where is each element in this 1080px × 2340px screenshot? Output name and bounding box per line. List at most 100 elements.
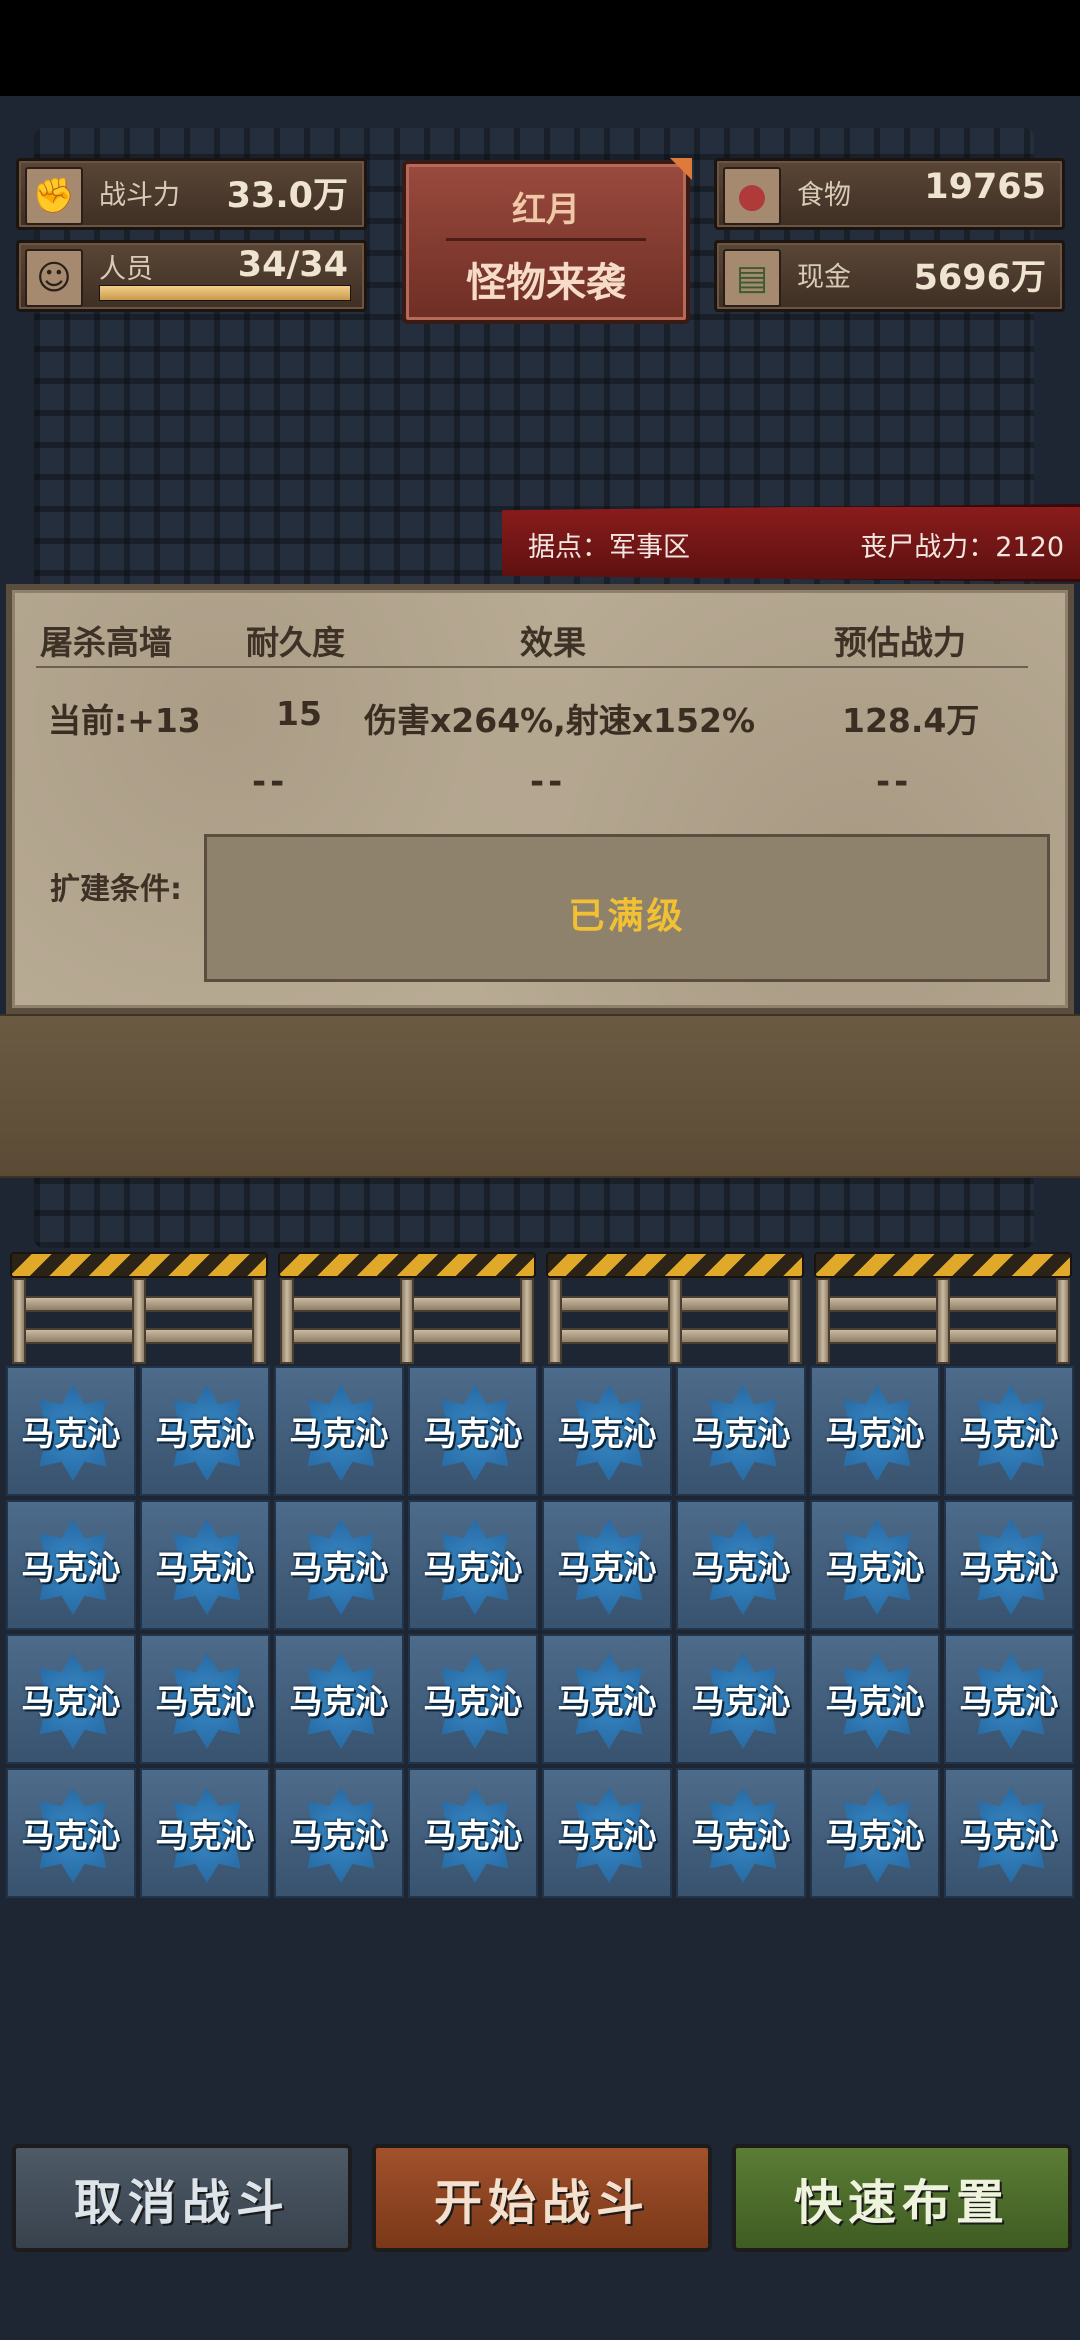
unit-slot[interactable]: 马克沁	[944, 1500, 1074, 1630]
barricade-post	[280, 1278, 294, 1364]
unit-name: 马克沁	[959, 1682, 1059, 1721]
unit-name: 马克沁	[423, 1548, 523, 1587]
unit-slot[interactable]: 马克沁	[542, 1768, 672, 1898]
header-durability: 耐久度	[246, 623, 345, 662]
unit-slot[interactable]: 马克沁	[542, 1500, 672, 1630]
unit-name: 马克沁	[289, 1682, 389, 1721]
zombie-power-label: 丧尸战力：2120	[860, 532, 1064, 563]
barricade	[10, 1252, 268, 1364]
food-value: 19765	[924, 167, 1046, 207]
barricade	[546, 1252, 804, 1364]
unit-slot[interactable]: 马克沁	[542, 1366, 672, 1496]
unit-name: 马克沁	[691, 1414, 791, 1453]
barricade-post	[12, 1278, 26, 1364]
corner-flag-icon	[670, 158, 692, 180]
event-card[interactable]: 红月 怪物来袭	[402, 158, 692, 324]
unit-slot[interactable]: 马克沁	[676, 1634, 806, 1764]
barricade-post	[252, 1278, 266, 1364]
current-durability: 15	[276, 694, 322, 733]
location-banner: 据点：军事区 丧尸战力：2120	[502, 504, 1080, 582]
barricade-post	[132, 1278, 146, 1364]
unit-slot[interactable]: 马克沁	[542, 1634, 672, 1764]
unit-slot[interactable]: 马克沁	[676, 1500, 806, 1630]
header-separator	[36, 666, 1028, 668]
unit-slot[interactable]: 马克沁	[6, 1500, 136, 1630]
unit-name: 马克沁	[155, 1682, 255, 1721]
unit-name: 马克沁	[155, 1548, 255, 1587]
unit-name: 马克沁	[825, 1682, 925, 1721]
person-icon: ☺	[25, 249, 83, 307]
unit-slot[interactable]: 马克沁	[140, 1768, 270, 1898]
unit-slot[interactable]: 马克沁	[274, 1500, 404, 1630]
unit-name: 马克沁	[691, 1548, 791, 1587]
barricade-post	[548, 1278, 562, 1364]
quick-deploy-button[interactable]: 快速布置	[732, 2144, 1072, 2252]
hazard-stripe	[10, 1252, 268, 1278]
unit-name: 马克沁	[155, 1414, 255, 1453]
personnel-bar-fill	[100, 286, 350, 300]
start-battle-button[interactable]: 开始战斗	[372, 2144, 712, 2252]
combat-power-value: 33.0万	[226, 176, 348, 216]
unit-name: 马克沁	[557, 1816, 657, 1855]
unit-slot[interactable]: 马克沁	[274, 1634, 404, 1764]
unit-name: 马克沁	[825, 1816, 925, 1855]
unit-slot[interactable]: 马克沁	[6, 1366, 136, 1496]
unit-name: 马克沁	[691, 1816, 791, 1855]
unit-name: 马克沁	[557, 1414, 657, 1453]
current-effect: 伤害x264%,射速x152%	[364, 701, 756, 740]
combat-power-label: 战斗力	[99, 180, 180, 211]
max-level-text: 已满级	[568, 896, 686, 937]
barricade	[814, 1252, 1072, 1364]
unit-slot[interactable]: 马克沁	[6, 1768, 136, 1898]
unit-slot[interactable]: 马克沁	[140, 1366, 270, 1496]
cash-stat: ▤ 现金 5696万	[714, 240, 1065, 312]
unit-slot[interactable]: 马克沁	[810, 1500, 940, 1630]
hazard-stripe	[278, 1252, 536, 1278]
unit-slot[interactable]: 马克沁	[810, 1634, 940, 1764]
current-level: 当前:+13	[48, 701, 201, 740]
unit-name: 马克沁	[825, 1414, 925, 1453]
unit-slot[interactable]: 马克沁	[6, 1634, 136, 1764]
unit-slot[interactable]: 马克沁	[140, 1634, 270, 1764]
panel-lower-area	[0, 1014, 1080, 1178]
expand-condition-box: 已满级	[204, 834, 1050, 982]
unit-name: 马克沁	[959, 1414, 1059, 1453]
unit-slot[interactable]: 马克沁	[140, 1500, 270, 1630]
unit-slot[interactable]: 马克沁	[676, 1366, 806, 1496]
combat-power-stat: ✊ 战斗力 33.0万	[16, 158, 367, 230]
unit-slot[interactable]: 马克沁	[274, 1768, 404, 1898]
wall-info-panel: 屠杀高墙 耐久度 效果 预估战力 当前:+13 15 伤害x264%,射速x15…	[6, 584, 1074, 1014]
unit-slot[interactable]: 马克沁	[408, 1634, 538, 1764]
event-divider	[446, 238, 646, 241]
unit-slot[interactable]: 马克沁	[408, 1768, 538, 1898]
personnel-label: 人员	[99, 254, 153, 285]
unit-slot[interactable]: 马克沁	[408, 1500, 538, 1630]
unit-slot[interactable]: 马克沁	[944, 1366, 1074, 1496]
unit-slot[interactable]: 马克沁	[274, 1366, 404, 1496]
unit-name: 马克沁	[825, 1548, 925, 1587]
unit-name: 马克沁	[21, 1548, 121, 1587]
unit-name: 马克沁	[289, 1816, 389, 1855]
unit-name: 马克沁	[155, 1816, 255, 1855]
unit-slot[interactable]: 马克沁	[810, 1768, 940, 1898]
unit-name: 马克沁	[289, 1548, 389, 1587]
unit-slot[interactable]: 马克沁	[944, 1768, 1074, 1898]
barricade	[278, 1252, 536, 1364]
unit-slot[interactable]: 马克沁	[944, 1634, 1074, 1764]
unit-name: 马克沁	[557, 1548, 657, 1587]
status-bar	[0, 0, 1080, 96]
hazard-stripe	[546, 1252, 804, 1278]
barricade-post	[1056, 1278, 1070, 1364]
next-effect: --	[530, 762, 567, 802]
unit-slot[interactable]: 马克沁	[676, 1768, 806, 1898]
unit-name: 马克沁	[21, 1414, 121, 1453]
cancel-battle-button[interactable]: 取消战斗	[12, 2144, 352, 2252]
unit-slot[interactable]: 马克沁	[810, 1366, 940, 1496]
header-effect: 效果	[520, 623, 586, 662]
barricade-post	[788, 1278, 802, 1364]
cash-icon: ▤	[723, 249, 781, 307]
unit-name: 马克沁	[21, 1816, 121, 1855]
unit-name: 马克沁	[289, 1414, 389, 1453]
unit-name: 马克沁	[423, 1682, 523, 1721]
unit-slot[interactable]: 马克沁	[408, 1366, 538, 1496]
